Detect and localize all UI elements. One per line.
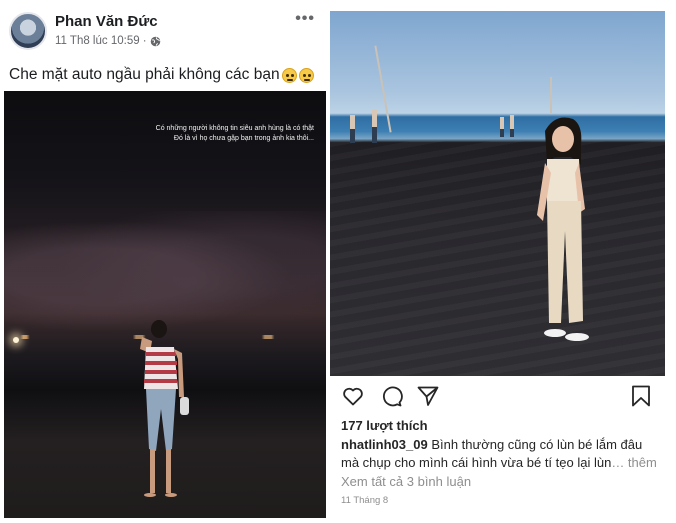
instagram-post: 177 lượt thích nhatlinh03_09 Bình thường… xyxy=(329,0,676,523)
post-date: 11 Tháng 8 xyxy=(341,495,389,506)
caption: nhatlinh03_09 Bình thường cũng có lùn bé… xyxy=(341,436,661,472)
bookmark-icon[interactable] xyxy=(629,384,653,408)
facebook-post: Phan Văn Đức 11 Th8 lúc 10:59 · ••• Che … xyxy=(0,0,329,523)
post-meta: 11 Th8 lúc 10:59 · xyxy=(55,35,161,47)
caption-username[interactable]: nhatlinh03_09 xyxy=(341,437,428,452)
author-avatar[interactable] xyxy=(9,12,47,50)
post-timestamp[interactable]: 11 Th8 lúc 10:59 · xyxy=(55,35,147,47)
comment-icon[interactable] xyxy=(379,384,403,408)
post-photo-beach[interactable] xyxy=(330,11,665,376)
street-lamp xyxy=(13,337,19,343)
author-name[interactable]: Phan Văn Đức xyxy=(55,13,158,30)
likes-count[interactable]: 177 lượt thích xyxy=(341,418,428,433)
view-all-comments-link[interactable]: Xem tất cả 3 bình luận xyxy=(341,474,471,489)
beach-people xyxy=(350,109,514,143)
rolling-eyes-emoji xyxy=(281,67,297,83)
man-figure xyxy=(140,320,189,497)
more-options-button[interactable]: ••• xyxy=(295,10,315,28)
action-bar xyxy=(341,384,653,410)
heart-icon[interactable] xyxy=(341,384,365,408)
post-text-content: Che mặt auto ngầu phải không các bạn xyxy=(9,66,280,83)
photo-quote-line-1: Có những người không tin siêu anh hùng l… xyxy=(155,125,314,132)
caption-text-line-2: mà chụp cho mình cái hình vừa bé tí tẹo … xyxy=(341,455,612,470)
rolling-eyes-emoji xyxy=(298,67,314,83)
girl-figure xyxy=(537,117,589,341)
caption-more-link[interactable]: … thêm xyxy=(611,455,657,470)
globe-icon[interactable] xyxy=(150,36,161,47)
share-icon[interactable] xyxy=(416,384,440,408)
post-text: Che mặt auto ngầu phải không các bạn xyxy=(9,66,314,84)
caption-text-line-1: Bình thường cũng có lùn bé lắm đâu xyxy=(427,437,643,452)
photo-quote: Có những người không tin siêu anh hùng l… xyxy=(124,124,314,144)
photo-quote-line-2: Đó là vì họ chưa gặp bạn trong ảnh kia t… xyxy=(173,135,314,142)
post-photo-night-beach[interactable]: Có những người không tin siêu anh hùng l… xyxy=(4,91,326,518)
flag-pole xyxy=(550,77,552,113)
